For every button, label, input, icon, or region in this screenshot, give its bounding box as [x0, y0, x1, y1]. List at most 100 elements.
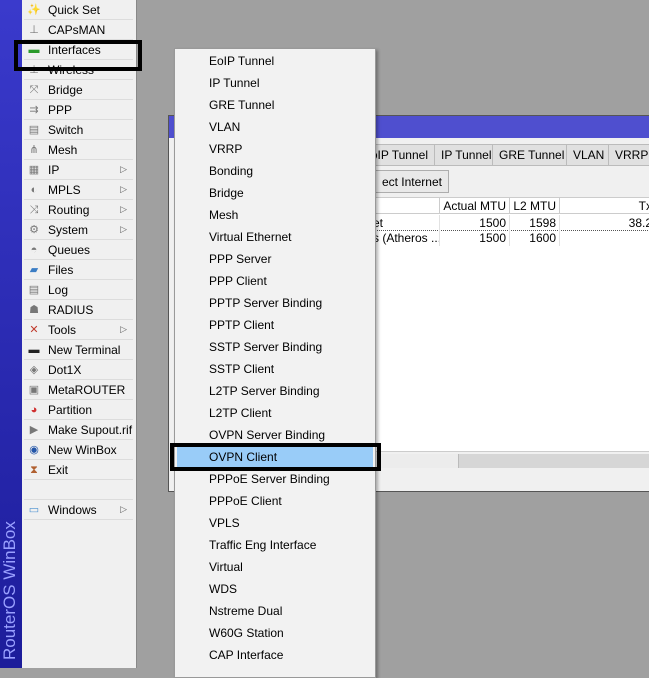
pie-icon: ◕	[30, 403, 38, 416]
sidebar-item-new-winbox[interactable]: ◉ New WinBox	[24, 440, 133, 460]
table-cell: 1600	[510, 230, 560, 246]
menu-item-ppp-client[interactable]: PPP Client	[177, 270, 373, 292]
sidebar-item-radius[interactable]: ☗ RADIUS	[24, 300, 133, 320]
horizontal-scrollbar[interactable]	[369, 454, 649, 468]
table-cell: et	[370, 215, 440, 230]
sidebar-item-label: Routing	[48, 202, 90, 217]
column-header[interactable]: L2 MTU	[510, 198, 560, 214]
sidebar-item-exit[interactable]: ⧗ Exit	[24, 460, 133, 480]
file-icon: ▶	[29, 423, 39, 436]
sidebar-item-label: Dot1X	[48, 362, 82, 377]
menu-item-l2tp-server-binding[interactable]: L2TP Server Binding	[177, 380, 373, 402]
menu-item-w60g-station[interactable]: W60G Station	[177, 622, 373, 644]
tab-ip-tunnel[interactable]: IP Tunnel	[434, 144, 493, 166]
sidebar-item-spacer	[24, 480, 133, 500]
table-cell	[560, 230, 649, 246]
sidebar-item-label: New Terminal	[48, 342, 121, 357]
menu-item-sstp-server-binding[interactable]: SSTP Server Binding	[177, 336, 373, 358]
column-header[interactable]: Actual MTU	[440, 198, 510, 214]
table-cell: 1500	[440, 215, 510, 230]
menu-item-pppoe-server-binding[interactable]: PPPoE Server Binding	[177, 468, 373, 490]
column-header[interactable]: Tx	[560, 198, 649, 214]
tab-vrrp[interactable]: VRRP	[608, 144, 649, 166]
sidebar-item-switch[interactable]: ▤ Switch	[24, 120, 133, 140]
sidebar-item-label: Files	[48, 262, 74, 277]
menu-item-pptp-client[interactable]: PPTP Client	[177, 314, 373, 336]
menu-item-bonding[interactable]: Bonding	[177, 160, 373, 182]
menu-item-l2tp-client[interactable]: L2TP Client	[177, 402, 373, 424]
sidebar-item-ppp[interactable]: ⇉ PPP	[24, 100, 133, 120]
menu-item-sstp-client[interactable]: SSTP Client	[177, 358, 373, 380]
sidebar-menu: ✨ Quick Set ⊥ CAPsMAN ▬ Interfaces ⊥ Wireless ⤧ B…	[22, 0, 137, 668]
menu-item-bridge[interactable]: Bridge	[177, 182, 373, 204]
sidebar-item-mesh[interactable]: ⋔ Mesh	[24, 140, 133, 160]
sidebar-item-label: Switch	[48, 122, 84, 137]
menu-item-cap-interface[interactable]: CAP Interface	[177, 644, 373, 666]
column-header[interactable]	[370, 198, 440, 214]
terminal-icon: ▬	[28, 343, 40, 356]
menu-item-virtual-ethernet[interactable]: Virtual Ethernet	[177, 226, 373, 248]
sidebar-item-files[interactable]: ▰ Files	[24, 260, 133, 280]
sidebar-item-tools[interactable]: ✕ Tools ▷	[24, 320, 133, 340]
sidebar-item-ip[interactable]: ▦ IP ▷	[24, 160, 133, 180]
menu-item-vlan[interactable]: VLAN	[177, 116, 373, 138]
sidebar-item-label: Mesh	[48, 142, 78, 157]
routing-icon: ⤨	[29, 203, 39, 216]
tab-vlan[interactable]: VLAN	[566, 144, 609, 166]
table-row[interactable]: s (Atheros ... 1500 1600	[370, 230, 649, 246]
detect-internet-button[interactable]: ect Internet	[374, 170, 449, 193]
menu-item-vrrp[interactable]: VRRP	[177, 138, 373, 160]
sidebar-item-routing[interactable]: ⤨ Routing ▷	[24, 200, 133, 220]
ppp-icon: ⇉	[29, 103, 39, 116]
menu-item-wds[interactable]: WDS	[177, 578, 373, 600]
sidebar-item-label: Quick Set	[48, 2, 101, 17]
sidebar-item-dot1x[interactable]: ◈ Dot1X	[24, 360, 133, 380]
sidebar-item-mpls[interactable]: ◐ MPLS ▷	[24, 180, 133, 200]
menu-item-nstreme-dual[interactable]: Nstreme Dual	[177, 600, 373, 622]
interfaces-table: Actual MTUL2 MTUTxet1500159838.2s (Ather…	[369, 197, 649, 452]
sidebar-item-queues[interactable]: ◓ Queues	[24, 240, 133, 260]
sidebar-item-label: System	[48, 222, 89, 237]
table-row[interactable]: et1500159838.2	[370, 215, 649, 231]
sidebar-item-make-supout-rif[interactable]: ▶ Make Supout.rif	[24, 420, 133, 440]
ip-icon: ▦	[28, 163, 40, 176]
menu-item-mesh[interactable]: Mesh	[177, 204, 373, 226]
sidebar-item-label: MetaROUTER	[48, 382, 126, 397]
submenu-arrow-icon: ▷	[120, 184, 127, 194]
sidebar-item-label: Tools	[48, 322, 77, 337]
tab-gre-tunnel[interactable]: GRE Tunnel	[492, 144, 567, 166]
menu-item-pptp-server-binding[interactable]: PPTP Server Binding	[177, 292, 373, 314]
menu-item-ip-tunnel[interactable]: IP Tunnel	[177, 72, 373, 94]
brand-title: RouterOS WinBox	[0, 521, 19, 660]
sidebar-item-label: Partition	[48, 402, 93, 417]
menu-item-gre-tunnel[interactable]: GRE Tunnel	[177, 94, 373, 116]
menu-item-traffic-eng-interface[interactable]: Traffic Eng Interface	[177, 534, 373, 556]
log-icon: ▤	[28, 283, 40, 296]
sidebar-item-capsman[interactable]: ⊥ CAPsMAN	[24, 20, 133, 40]
scrollbar-thumb[interactable]	[369, 454, 459, 468]
antenna-icon: ⊥	[29, 23, 39, 36]
submenu-arrow-icon: ▷	[120, 164, 127, 174]
menu-item-eoip-tunnel[interactable]: EoIP Tunnel	[177, 50, 373, 72]
sidebar-item-quick-set[interactable]: ✨ Quick Set	[24, 0, 133, 20]
sidebar-item-label: New WinBox	[48, 442, 117, 457]
sidebar-item-bridge[interactable]: ⤧ Bridge	[24, 80, 133, 100]
menu-item-pppoe-client[interactable]: PPPoE Client	[177, 490, 373, 512]
sidebar-item-label: PPP	[48, 102, 73, 117]
sidebar-item-new-terminal[interactable]: ▬ New Terminal	[24, 340, 133, 360]
submenu-arrow-icon: ▷	[120, 204, 127, 214]
users-key-icon: ☗	[29, 303, 39, 316]
winbox-brand-strip: RouterOS WinBox	[0, 0, 22, 668]
interfaces-highlight-box	[14, 40, 142, 71]
menu-item-vpls[interactable]: VPLS	[177, 512, 373, 534]
sidebar-item-log[interactable]: ▤ Log	[24, 280, 133, 300]
submenu-arrow-icon: ▷	[120, 324, 127, 334]
menu-item-virtual[interactable]: Virtual	[177, 556, 373, 578]
sidebar-item-metarouter[interactable]: ▣ MetaROUTER	[24, 380, 133, 400]
mpls-icon: ◐	[30, 183, 38, 196]
sidebar-item-partition[interactable]: ◕ Partition	[24, 400, 133, 420]
sidebar-item-system[interactable]: ⚙ System ▷	[24, 220, 133, 240]
ovpn-client-highlight-box	[170, 443, 381, 471]
menu-item-ppp-server[interactable]: PPP Server	[177, 248, 373, 270]
sidebar-item-windows[interactable]: ▭ Windows ▷	[24, 500, 133, 520]
